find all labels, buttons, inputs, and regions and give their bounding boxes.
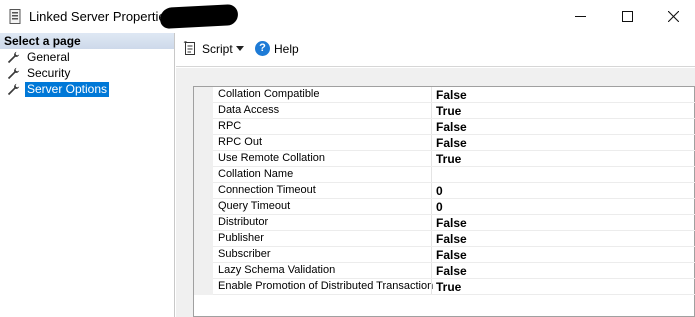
property-row[interactable]: Publisher False — [194, 231, 695, 247]
property-value[interactable]: True — [431, 279, 695, 295]
row-gutter — [194, 103, 213, 119]
property-row[interactable]: Distributor False — [194, 215, 695, 231]
property-value[interactable]: False — [431, 231, 695, 247]
property-row[interactable]: Data Access True — [194, 103, 695, 119]
wrench-icon — [7, 67, 20, 79]
property-grid[interactable]: Collation Compatible False Data Access True… — [193, 86, 695, 317]
property-row[interactable]: Collation Compatible False — [194, 87, 695, 103]
script-icon — [183, 41, 195, 55]
property-name: RPC Out — [218, 136, 263, 148]
page-item-server-options[interactable]: Server Options — [0, 81, 174, 97]
wrench-icon — [7, 51, 20, 63]
property-value[interactable] — [431, 167, 695, 183]
window-title: Linked Server Properties - — [29, 9, 181, 24]
row-gutter — [194, 119, 213, 135]
minimize-button[interactable] — [557, 0, 603, 33]
close-icon — [667, 11, 679, 22]
row-gutter — [194, 231, 213, 247]
help-button[interactable]: Help — [274, 42, 299, 56]
property-value[interactable]: True — [431, 151, 695, 167]
page-item-label: Security — [27, 65, 71, 80]
property-value[interactable]: False — [431, 215, 695, 231]
row-divider — [213, 294, 695, 295]
toolbar: Script ? Help — [176, 33, 695, 67]
help-icon[interactable]: ? — [255, 41, 270, 56]
property-row[interactable]: Collation Name — [194, 167, 695, 183]
row-gutter — [194, 183, 213, 199]
property-row[interactable]: Query Timeout 0 — [194, 199, 695, 215]
property-name: Collation Name — [218, 168, 294, 180]
page-item-label: Server Options — [25, 81, 110, 97]
maximize-icon — [621, 11, 633, 22]
redaction-mark — [159, 3, 239, 30]
wrench-icon — [7, 83, 20, 95]
property-row[interactable]: RPC Out False — [194, 135, 695, 151]
property-value[interactable]: False — [431, 247, 695, 263]
row-gutter — [194, 135, 213, 151]
property-name: Connection Timeout — [218, 184, 316, 196]
property-name: Enable Promotion of Distributed Transact… — [218, 280, 434, 292]
property-row[interactable]: Use Remote Collation True — [194, 151, 695, 167]
close-button[interactable] — [650, 0, 695, 33]
property-name: Subscriber — [218, 248, 271, 260]
page-item-security[interactable]: Security — [0, 65, 174, 81]
row-gutter — [194, 87, 213, 103]
property-value[interactable]: True — [431, 103, 695, 119]
property-name: Use Remote Collation — [218, 152, 325, 164]
property-row[interactable]: Enable Promotion of Distributed Transact… — [194, 279, 695, 295]
property-row[interactable]: Lazy Schema Validation False — [194, 263, 695, 279]
property-row[interactable]: Subscriber False — [194, 247, 695, 263]
row-gutter — [194, 167, 213, 183]
select-page-header: Select a page — [0, 33, 174, 49]
property-value[interactable]: False — [431, 135, 695, 151]
property-value[interactable]: 0 — [431, 199, 695, 215]
property-value[interactable]: False — [431, 263, 695, 279]
property-value[interactable]: 0 — [431, 183, 695, 199]
property-name: Distributor — [218, 216, 269, 228]
row-gutter — [194, 215, 213, 231]
property-name: Query Timeout — [218, 200, 291, 212]
property-value[interactable]: False — [431, 87, 695, 103]
row-gutter — [194, 151, 213, 167]
row-gutter — [194, 247, 213, 263]
property-row[interactable]: Connection Timeout 0 — [194, 183, 695, 199]
script-button[interactable]: Script — [202, 42, 233, 56]
property-value[interactable]: False — [431, 119, 695, 135]
title-bar: Linked Server Properties - — [0, 0, 695, 33]
row-gutter — [194, 263, 213, 279]
property-name: Data Access — [218, 104, 280, 116]
minimize-icon — [574, 16, 586, 17]
property-row[interactable]: RPC False — [194, 119, 695, 135]
content-area: Collation Compatible False Data Access True… — [176, 68, 695, 317]
property-name: Lazy Schema Validation — [218, 264, 336, 276]
page-item-label: General — [27, 49, 70, 64]
server-icon — [9, 9, 21, 24]
property-name: Collation Compatible — [218, 88, 320, 100]
page-item-general[interactable]: General — [0, 49, 174, 65]
select-page-panel: Select a page General Security Server Op… — [0, 33, 175, 317]
row-gutter — [194, 199, 213, 215]
row-gutter — [194, 279, 213, 295]
property-name: Publisher — [218, 232, 264, 244]
maximize-button[interactable] — [604, 0, 650, 33]
script-dropdown-arrow-icon[interactable] — [236, 46, 244, 51]
property-name: RPC — [218, 120, 242, 132]
